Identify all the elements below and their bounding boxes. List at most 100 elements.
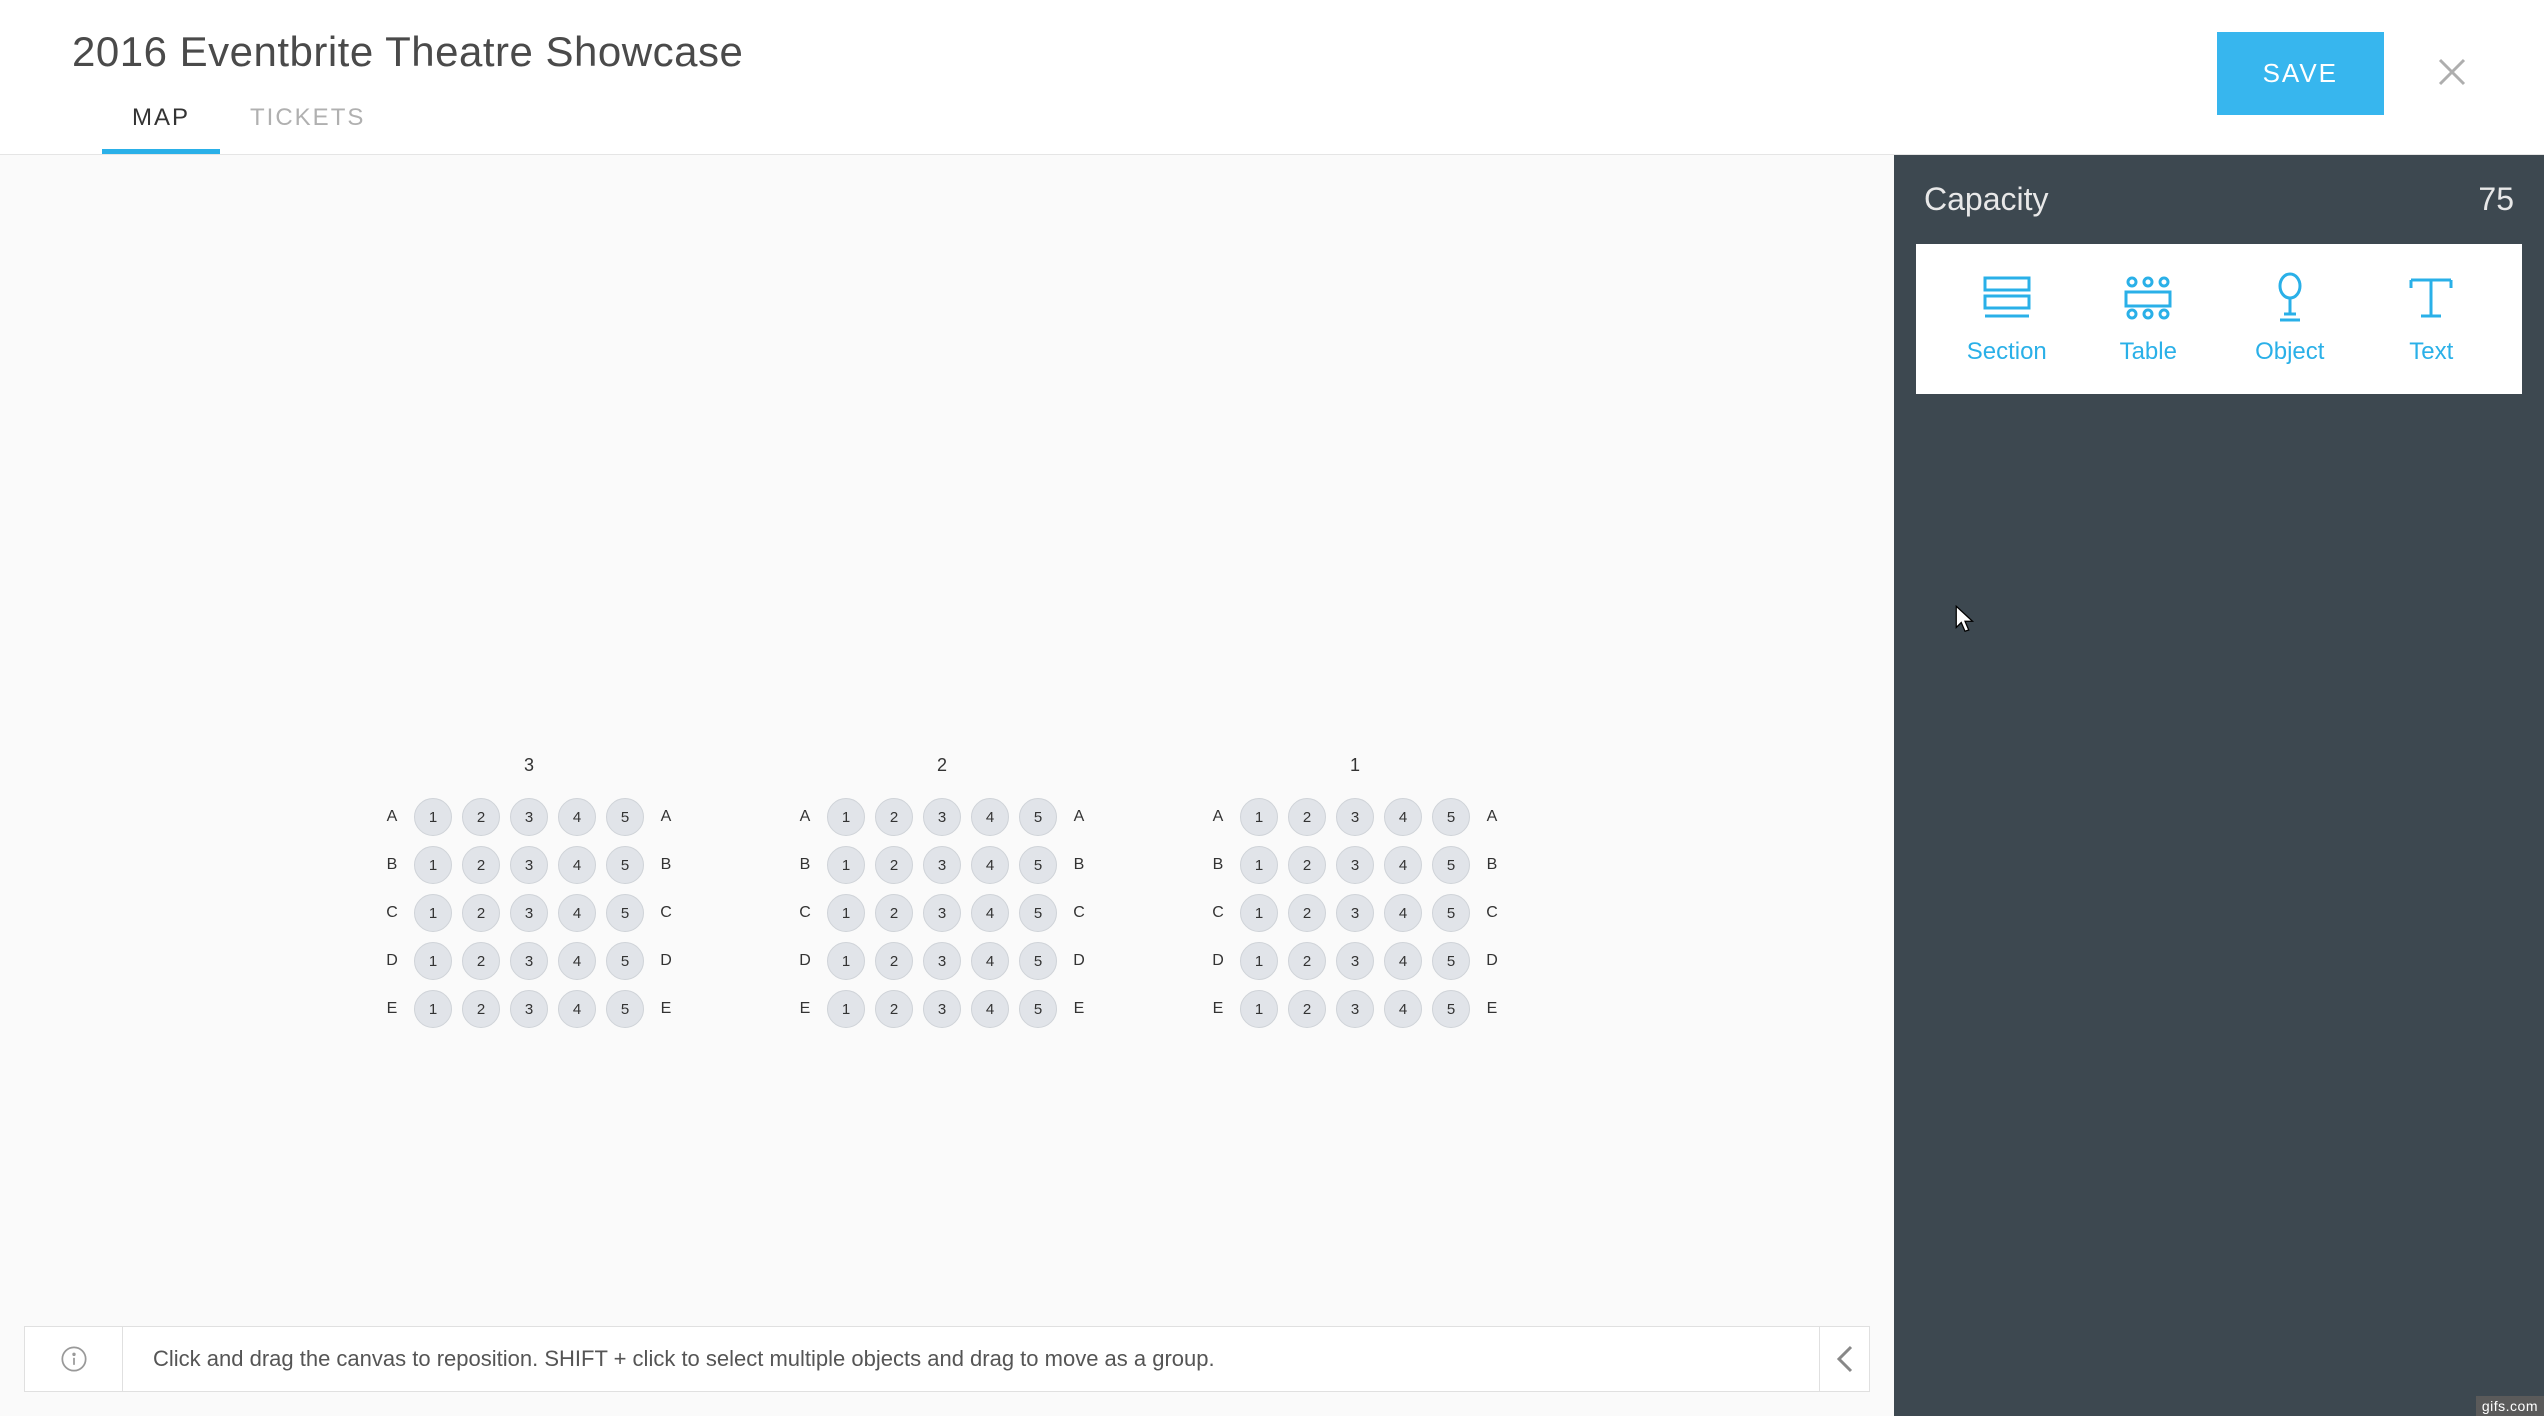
row-label-right: A — [654, 808, 678, 826]
seat[interactable]: 4 — [971, 990, 1009, 1028]
seat[interactable]: 2 — [875, 846, 913, 884]
seat[interactable]: 3 — [923, 894, 961, 932]
seat[interactable]: 1 — [1240, 846, 1278, 884]
seat[interactable]: 1 — [1240, 990, 1278, 1028]
seat[interactable]: 1 — [827, 846, 865, 884]
seating-row: B12345B — [380, 846, 678, 884]
tab-tickets[interactable]: TICKETS — [250, 104, 365, 154]
seat[interactable]: 5 — [606, 798, 644, 836]
seat[interactable]: 4 — [971, 798, 1009, 836]
tool-table[interactable]: Table — [2078, 272, 2218, 366]
seat[interactable]: 2 — [1288, 846, 1326, 884]
seat[interactable]: 1 — [827, 942, 865, 980]
tab-map[interactable]: MAP — [132, 104, 190, 154]
seat[interactable]: 4 — [1384, 798, 1422, 836]
seats-row: 12345 — [414, 798, 644, 836]
seat[interactable]: 5 — [606, 942, 644, 980]
seat[interactable]: 4 — [1384, 942, 1422, 980]
seat[interactable]: 2 — [1288, 942, 1326, 980]
seat[interactable]: 1 — [1240, 894, 1278, 932]
seat[interactable]: 3 — [510, 846, 548, 884]
seat[interactable]: 2 — [462, 798, 500, 836]
tool-text[interactable]: Text — [2361, 272, 2501, 366]
row-label-left: A — [1206, 808, 1230, 826]
seat[interactable]: 5 — [1432, 846, 1470, 884]
seat[interactable]: 4 — [558, 846, 596, 884]
seat[interactable]: 2 — [875, 798, 913, 836]
seat[interactable]: 4 — [558, 942, 596, 980]
seat[interactable]: 4 — [971, 894, 1009, 932]
seat[interactable]: 4 — [558, 990, 596, 1028]
seat[interactable]: 3 — [510, 894, 548, 932]
seats-row: 12345 — [414, 894, 644, 932]
seat[interactable]: 4 — [1384, 990, 1422, 1028]
seat[interactable]: 2 — [875, 942, 913, 980]
close-button[interactable] — [2430, 50, 2474, 94]
seat[interactable]: 3 — [510, 942, 548, 980]
seat[interactable]: 5 — [606, 894, 644, 932]
seats-row: 12345 — [827, 942, 1057, 980]
seat[interactable]: 5 — [1432, 894, 1470, 932]
seats-row: 12345 — [827, 798, 1057, 836]
seat[interactable]: 2 — [462, 942, 500, 980]
seat[interactable]: 3 — [1336, 846, 1374, 884]
seating-row: E12345E — [380, 990, 678, 1028]
seat[interactable]: 2 — [462, 894, 500, 932]
seat[interactable]: 1 — [827, 894, 865, 932]
seating-section-1[interactable]: 1 A12345A B12345B C12345C D12345D E12345… — [1206, 755, 1504, 1038]
seat[interactable]: 3 — [1336, 798, 1374, 836]
seating-section-3[interactable]: 3 A12345A B12345B C12345C D12345D E12345… — [380, 755, 678, 1038]
tool-section[interactable]: Section — [1937, 272, 2077, 366]
seat[interactable]: 1 — [414, 942, 452, 980]
seat[interactable]: 2 — [1288, 798, 1326, 836]
seat[interactable]: 3 — [1336, 894, 1374, 932]
seat[interactable]: 4 — [971, 846, 1009, 884]
section-label: 2 — [937, 755, 947, 776]
seat[interactable]: 5 — [1019, 846, 1057, 884]
seat[interactable]: 2 — [462, 990, 500, 1028]
seat[interactable]: 1 — [414, 846, 452, 884]
seat[interactable]: 1 — [827, 990, 865, 1028]
seat[interactable]: 4 — [1384, 846, 1422, 884]
seat[interactable]: 5 — [1019, 990, 1057, 1028]
seat[interactable]: 5 — [1432, 990, 1470, 1028]
row-label-left: C — [1206, 904, 1230, 922]
seat[interactable]: 1 — [414, 798, 452, 836]
seat[interactable]: 1 — [827, 798, 865, 836]
hint-collapse-button[interactable] — [1819, 1327, 1869, 1391]
seat[interactable]: 3 — [923, 942, 961, 980]
row-label-right: D — [1480, 952, 1504, 970]
seat[interactable]: 2 — [875, 990, 913, 1028]
seat[interactable]: 1 — [414, 894, 452, 932]
seat[interactable]: 4 — [1384, 894, 1422, 932]
tool-object[interactable]: Object — [2220, 272, 2360, 366]
seat[interactable]: 1 — [1240, 942, 1278, 980]
seat[interactable]: 2 — [1288, 990, 1326, 1028]
seat[interactable]: 5 — [606, 846, 644, 884]
seat[interactable]: 3 — [1336, 942, 1374, 980]
seat[interactable]: 2 — [1288, 894, 1326, 932]
seat[interactable]: 5 — [606, 990, 644, 1028]
seat[interactable]: 5 — [1432, 798, 1470, 836]
seat-map-canvas[interactable]: 3 A12345A B12345B C12345C D12345D E12345… — [0, 155, 1894, 1416]
seat[interactable]: 3 — [923, 846, 961, 884]
seat[interactable]: 4 — [971, 942, 1009, 980]
seat[interactable]: 5 — [1019, 798, 1057, 836]
seat[interactable]: 3 — [510, 798, 548, 836]
seat[interactable]: 3 — [923, 990, 961, 1028]
seat[interactable]: 5 — [1432, 942, 1470, 980]
save-button[interactable]: SAVE — [2217, 32, 2384, 115]
seat[interactable]: 3 — [510, 990, 548, 1028]
seat[interactable]: 4 — [558, 894, 596, 932]
seat[interactable]: 1 — [414, 990, 452, 1028]
seating-row: E12345E — [793, 990, 1091, 1028]
seat[interactable]: 2 — [875, 894, 913, 932]
seat[interactable]: 2 — [462, 846, 500, 884]
seating-section-2[interactable]: 2 A12345A B12345B C12345C D12345D E12345… — [793, 755, 1091, 1038]
seat[interactable]: 3 — [1336, 990, 1374, 1028]
seat[interactable]: 4 — [558, 798, 596, 836]
seat[interactable]: 5 — [1019, 942, 1057, 980]
seat[interactable]: 5 — [1019, 894, 1057, 932]
seat[interactable]: 3 — [923, 798, 961, 836]
seat[interactable]: 1 — [1240, 798, 1278, 836]
